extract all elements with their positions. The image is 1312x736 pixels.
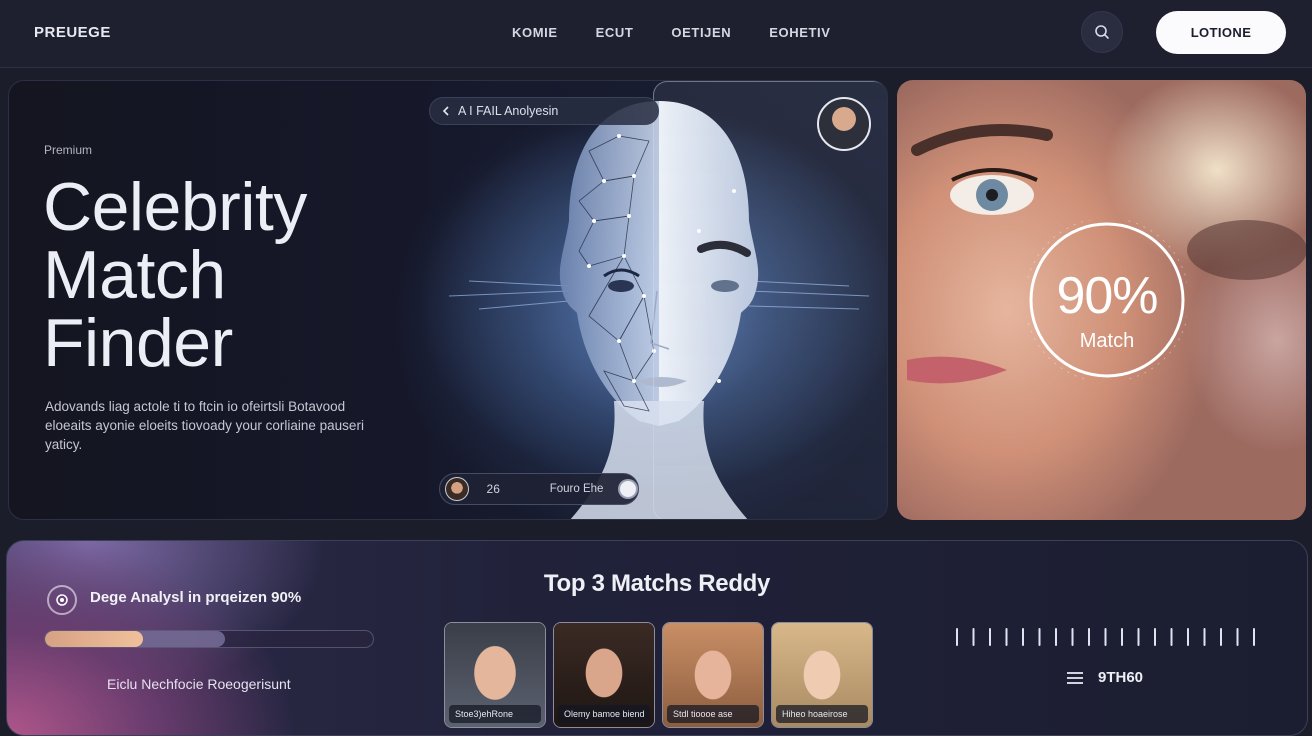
match-caption-4: Hiheo hoaeirose (776, 705, 868, 723)
match-card-4[interactable]: Hiheo hoaeirose (771, 622, 873, 728)
mini-avatar (445, 477, 469, 501)
search-button[interactable] (1081, 11, 1123, 53)
top-navigation-bar: PREUEGE KOMIE ECUT OETIJEN EOHETIV LOTIO… (0, 0, 1312, 68)
hero-title-line-2: Match (43, 237, 226, 313)
nav-link-home[interactable]: KOMIE (512, 25, 558, 40)
scan-control-pill[interactable]: 26 Fouro Ehe (439, 473, 639, 505)
match-card-2[interactable]: Olemy bamoe biend (553, 622, 655, 728)
matches-title: Top 3 Matchs Reddy (543, 570, 771, 597)
scan-toggle[interactable] (618, 479, 638, 499)
search-icon (1095, 25, 1109, 39)
nav-link-about[interactable]: ECUT (596, 25, 634, 40)
scan-count: 26 (486, 482, 500, 496)
nav-link-options[interactable]: OETIJEN (671, 25, 731, 40)
cta-button[interactable]: LOTIONE (1156, 11, 1286, 54)
chevron-left-icon (442, 106, 449, 116)
scan-icon-glyph (56, 594, 68, 606)
hero-eyebrow: Premium (44, 143, 93, 157)
match-caption-2: Olemy bamoe biend (558, 705, 650, 723)
nav-link-extra[interactable]: EOHETIV (769, 25, 830, 40)
analysis-progress (44, 630, 374, 648)
list-icon[interactable] (1067, 671, 1083, 685)
progress-fill (45, 631, 144, 647)
match-thumbnails: Stoe3)ehRone Olemy bamoe biend Stdl tioo… (444, 622, 873, 728)
hero-title-line-3: Finder (43, 305, 233, 381)
brand-logo[interactable]: PREUEGE (34, 24, 111, 41)
result-counter: 9TH60 (1098, 669, 1144, 686)
hero-description: Adovands liag actole ti to ftcin io ofei… (45, 399, 364, 452)
hero-title-line-1: Celebrity (43, 169, 307, 245)
analysis-pill-label: A I FAIL Anolyesin (458, 104, 559, 118)
analysis-status: Dege Analysl in prqeizen 90% (90, 589, 302, 606)
match-photo-card: 90% Match (897, 80, 1306, 520)
match-caption-1: Stoe3)ehRone (449, 705, 541, 723)
user-avatar[interactable] (817, 97, 871, 151)
scan-label: Fouro Ehe (549, 483, 604, 495)
results-panel: Dege Analysl in prqeizen 90% Eiclu Nechf… (6, 540, 1308, 736)
main-nav: KOMIE ECUT OETIJEN EOHETIV (512, 25, 831, 40)
match-percentage: 90% (1056, 267, 1158, 325)
match-card-1[interactable]: Stoe3)ehRone (444, 622, 546, 728)
match-card-3[interactable]: Stdl tioooe ase (662, 622, 764, 728)
hero-panel: Premium Celebrity Match Finder Adovands … (8, 80, 888, 520)
scan-icon (47, 585, 77, 615)
match-label: Match (1079, 330, 1135, 352)
match-caption-3: Stdl tioooe ase (667, 705, 759, 723)
analysis-pill[interactable]: A I FAIL Anolyesin (429, 97, 659, 125)
analysis-footnote: Eiclu Nechfocie Roeogerisunt (107, 676, 291, 692)
hero-title: Celebrity Match Finder (43, 173, 423, 377)
waveform-icon (956, 628, 1255, 646)
